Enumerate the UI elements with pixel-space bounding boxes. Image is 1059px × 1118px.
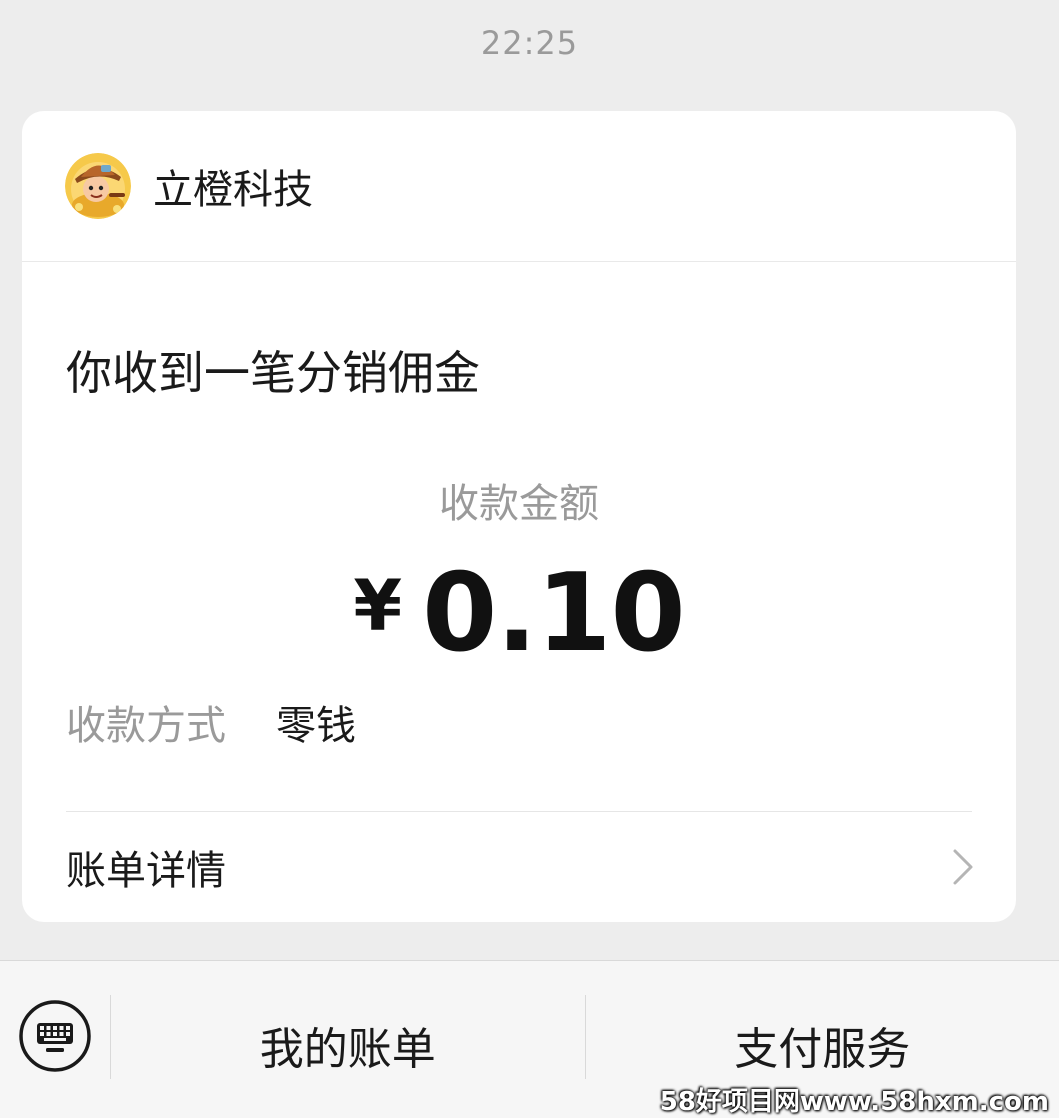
- cartoon-explorer-avatar-icon: [65, 153, 131, 219]
- keyboard-icon: [19, 1000, 91, 1072]
- currency-symbol: ¥: [353, 565, 403, 647]
- message-timestamp: 22:25: [480, 24, 579, 62]
- chat-page: 22:25 立橙科技 你收到一笔分销佣金 收款金额 ¥ 0.10 收款方式 零钱…: [0, 0, 1059, 1118]
- bill-details-label: 账单详情: [66, 848, 226, 894]
- card-header: 立橙科技: [22, 111, 1016, 262]
- notice-title: 你收到一笔分销佣金: [66, 346, 480, 400]
- watermark: 58好项目网www.58hxm.com: [659, 1087, 1049, 1117]
- chevron-right-icon: [953, 849, 973, 885]
- payment-method-row: 收款方式 零钱: [66, 693, 356, 751]
- amount-display: ¥0.10: [22, 551, 1016, 676]
- sender-avatar[interactable]: [65, 153, 131, 219]
- payment-notification-card[interactable]: 立橙科技 你收到一笔分销佣金 收款金额 ¥0.10 收款方式 零钱 账单详情: [22, 111, 1016, 922]
- method-label: 收款方式: [66, 703, 226, 749]
- amount-label: 收款金额: [439, 481, 599, 527]
- my-bills-menu[interactable]: 我的账单: [111, 961, 585, 1118]
- sender-name[interactable]: 立橙科技: [153, 157, 313, 215]
- method-value: 零钱: [276, 703, 356, 749]
- bill-details-link[interactable]: 账单详情: [22, 812, 1016, 922]
- keyboard-toggle-button[interactable]: [0, 961, 110, 1118]
- amount-value: 0.10: [422, 551, 685, 676]
